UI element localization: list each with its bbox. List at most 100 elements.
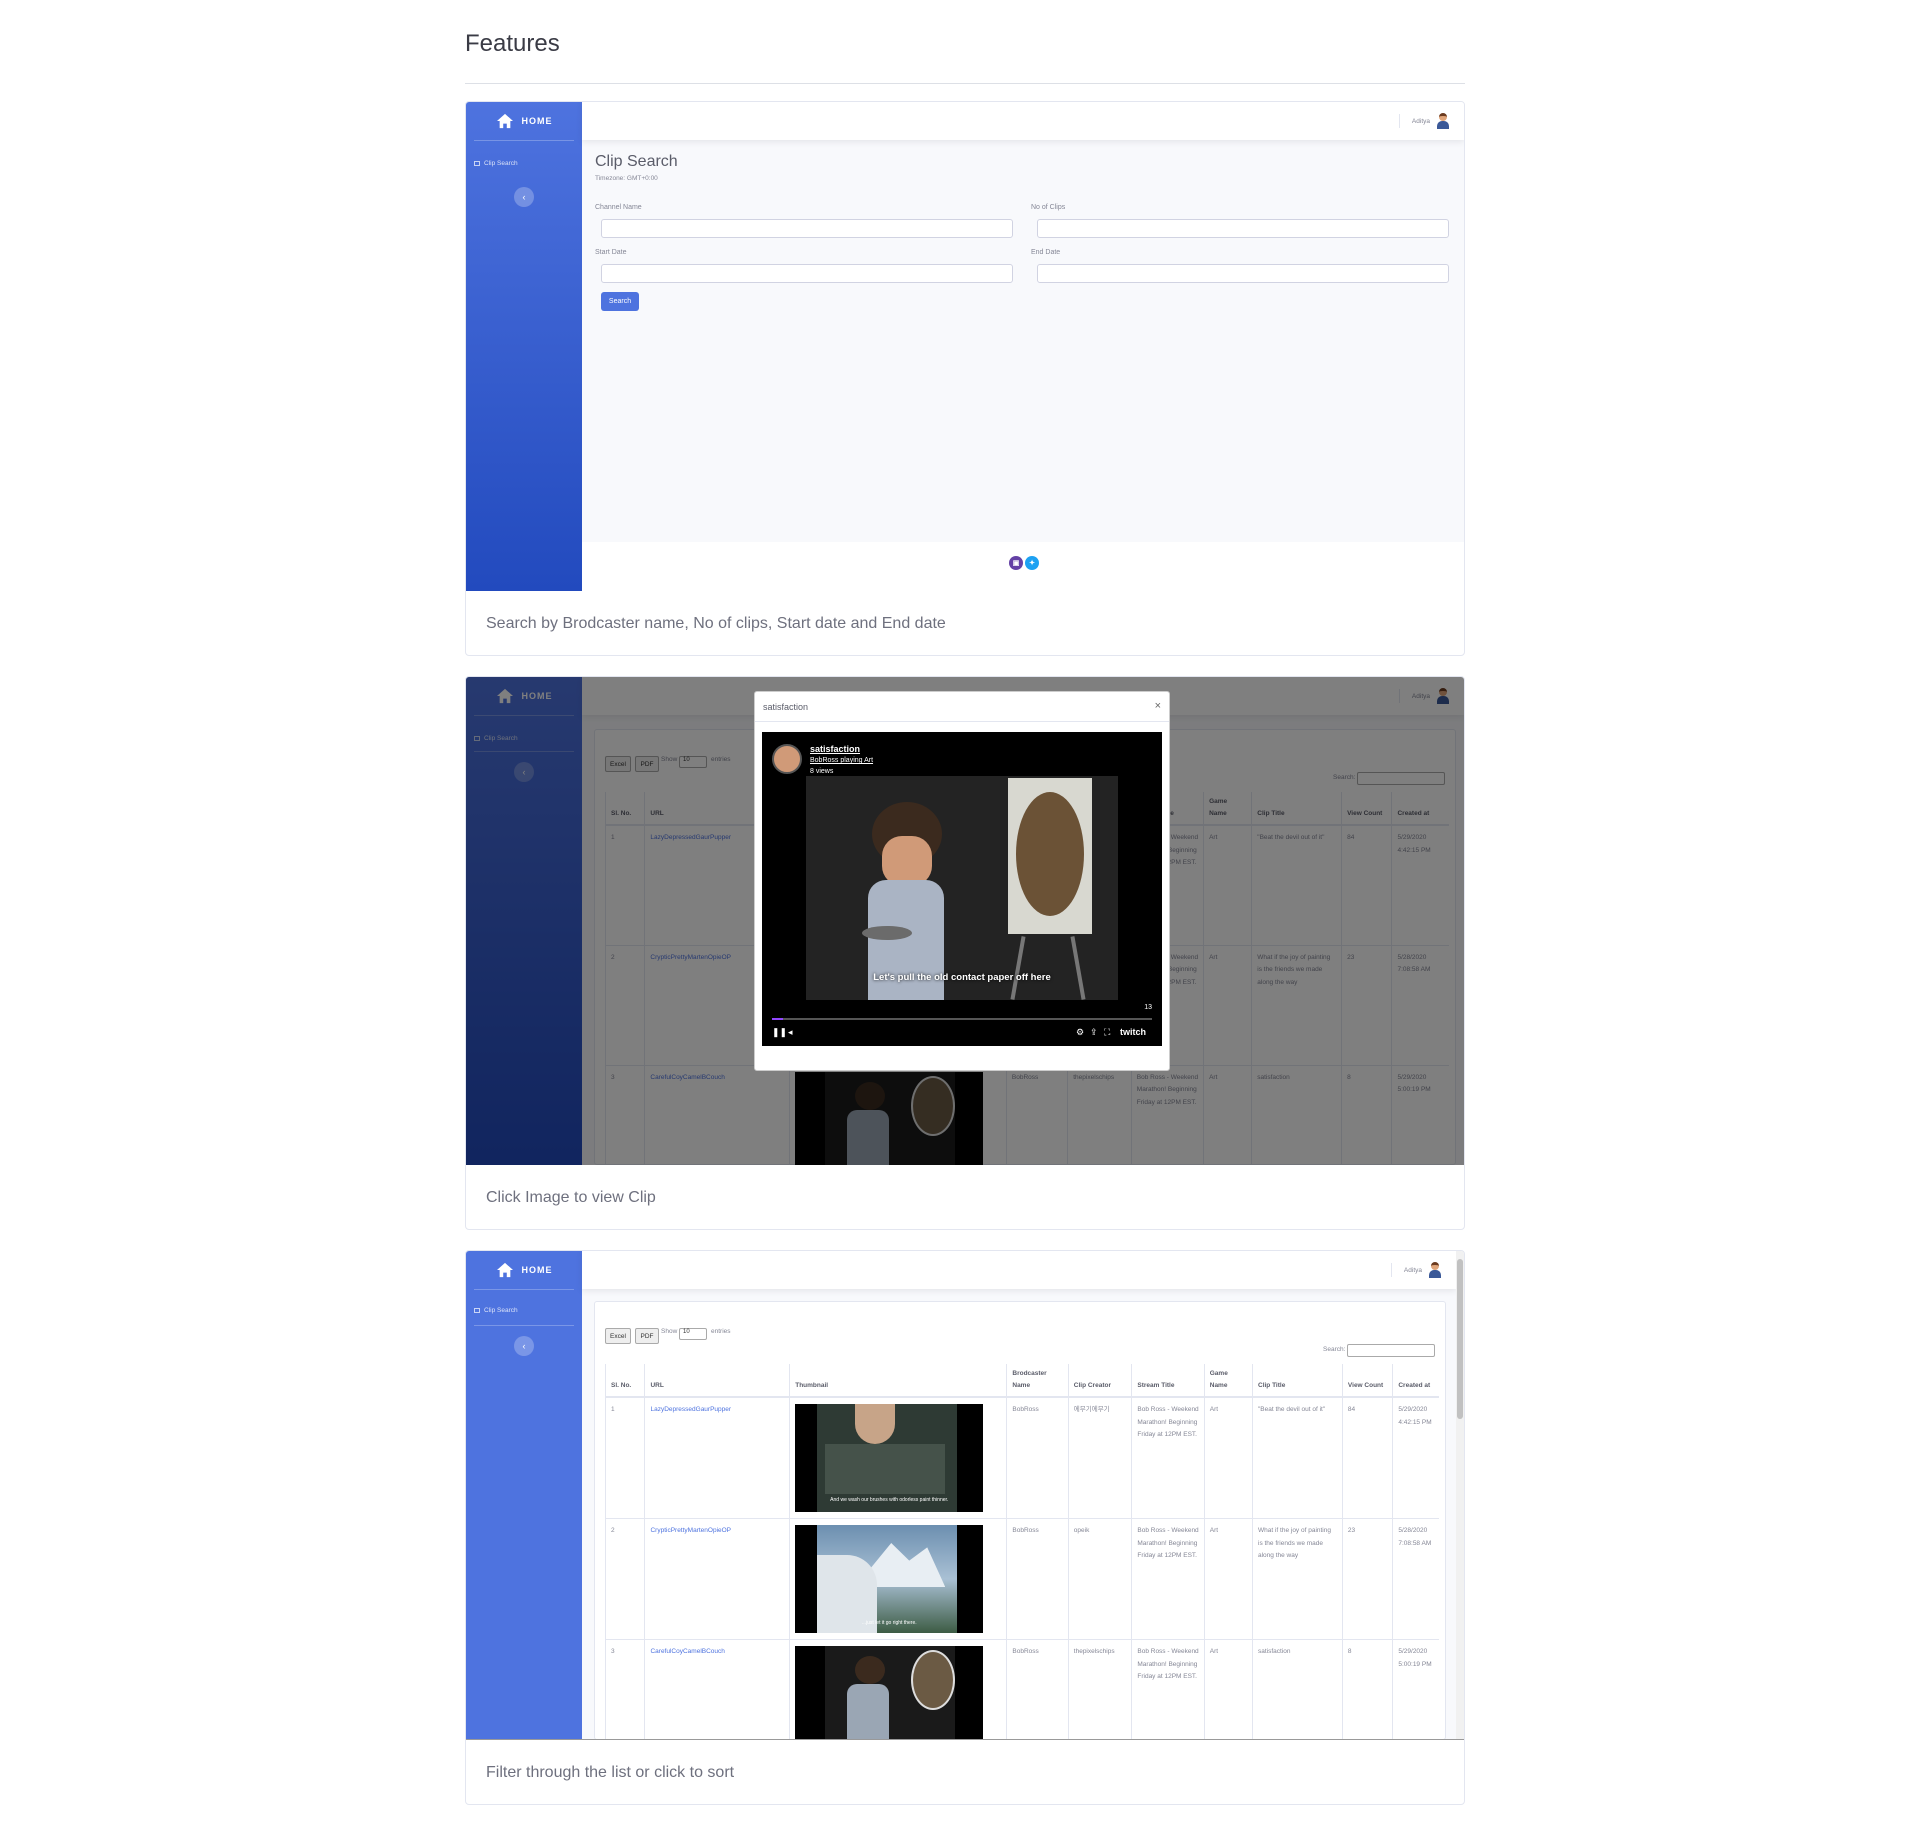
player-channel-line[interactable]: BobRoss playing Art	[810, 757, 873, 764]
fullscreen-icon[interactable]: ⛶	[1104, 1027, 1110, 1038]
close-icon[interactable]: ×	[1155, 700, 1161, 712]
topbar-divider	[1398, 114, 1400, 128]
entries-label: entries	[711, 1328, 731, 1335]
col-header-created[interactable]: Created at	[1392, 1364, 1439, 1398]
scrollbar[interactable]	[1456, 1251, 1464, 1739]
cell-no: 1	[604, 1396, 645, 1519]
clip-link[interactable]: LazyDepressedGaurPupper	[650, 1406, 731, 1413]
modal-title: satisfaction	[763, 702, 809, 712]
thumbnail-image[interactable]	[795, 1646, 984, 1739]
cell-game: Art	[1203, 1639, 1253, 1739]
page-title: Features	[465, 30, 560, 57]
thumbnail-image[interactable]: ...just let it go right there.	[795, 1525, 984, 1633]
cell-clip-title: What if the joy of painting is the frien…	[1252, 1518, 1343, 1640]
pause-icon[interactable]: ❚❚	[772, 1027, 787, 1038]
table-icon	[474, 161, 480, 166]
settings-icon[interactable]: ⚙	[1076, 1027, 1084, 1038]
cell-broadcaster: BobRoss	[1006, 1518, 1069, 1640]
footer: ▣ ✦	[582, 542, 1464, 591]
user-menu[interactable]: Aditya	[1390, 1262, 1442, 1278]
sidebar-divider	[474, 1325, 574, 1326]
user-name: Aditya	[1411, 117, 1430, 125]
feature-caption: Search by Brodcaster name, No of clips, …	[486, 615, 946, 632]
col-header-creator[interactable]: Clip Creator	[1067, 1364, 1132, 1398]
sidebar-divider	[474, 1289, 574, 1290]
topbar-divider	[1390, 1263, 1392, 1277]
scrollbar-thumb[interactable]	[1457, 1259, 1463, 1419]
table-row: 2 CrypticPrettyMartenOpieOP ...just let …	[604, 1518, 1439, 1640]
col-header-clip-title[interactable]: Clip Title	[1252, 1364, 1343, 1398]
table-header-row: Sl. No. URL Thumbnail Brodcaster Name Cl…	[604, 1364, 1439, 1398]
feature-card-view-clip: HOME Clip Search ‹ Aditya Excel PDF Show…	[465, 676, 1465, 1230]
channel-name-input[interactable]	[601, 219, 1013, 238]
cell-views: 23	[1341, 1518, 1393, 1640]
col-header-game[interactable]: Game Name	[1203, 1364, 1253, 1398]
end-date-input[interactable]	[1037, 264, 1449, 283]
col-header-url[interactable]: URL	[644, 1364, 790, 1398]
sidebar-item-clip-search[interactable]: Clip Search	[474, 160, 518, 167]
start-date-input[interactable]	[601, 264, 1013, 283]
feature-card-search: HOME Clip Search ‹ Aditya Clip Search Ti…	[465, 101, 1465, 656]
feature-card-filter: HOME Clip Search ‹ Aditya Excel PDF Show…	[465, 1250, 1465, 1805]
user-menu[interactable]: Aditya	[1398, 113, 1450, 129]
col-header-sl-no[interactable]: Sl. No.	[604, 1364, 645, 1398]
thumbnail-caption: ...just let it go right there.	[861, 1620, 917, 1626]
share-icon[interactable]: ⇪	[1090, 1027, 1098, 1038]
end-date-label: End Date	[1031, 249, 1061, 256]
twitter-icon[interactable]: ✦	[1025, 556, 1039, 570]
col-header-thumbnail[interactable]: Thumbnail	[789, 1364, 1007, 1398]
cell-broadcaster: BobRoss	[1006, 1396, 1069, 1519]
cell-created: 5/29/2020 4:42:15 PM	[1392, 1396, 1439, 1519]
cell-creator: opeik	[1067, 1518, 1132, 1640]
search-button[interactable]: Search	[601, 292, 639, 311]
video-time: 13	[1144, 1004, 1152, 1011]
table-search-input[interactable]	[1347, 1344, 1435, 1357]
volume-icon[interactable]: ◂	[788, 1027, 793, 1038]
cell-game: Art	[1203, 1396, 1253, 1519]
entries-select[interactable]: 10	[679, 1328, 707, 1340]
excel-button[interactable]: Excel	[605, 1328, 631, 1344]
cell-broadcaster: BobRoss	[1006, 1639, 1069, 1739]
video-player[interactable]: satisfaction BobRoss playing Art 8 views…	[762, 732, 1162, 1046]
twitch-icon[interactable]: ▣	[1009, 556, 1023, 570]
cell-stream-title: Bob Ross - Weekend Marathon! Beginning F…	[1131, 1396, 1205, 1519]
thumbnail-image[interactable]: And we wash our brushes with odorless pa…	[795, 1404, 984, 1512]
no-of-clips-input[interactable]	[1037, 219, 1449, 238]
sidebar-toggle-button[interactable]: ‹	[514, 1336, 534, 1356]
thumbnail-caption: And we wash our brushes with odorless pa…	[830, 1497, 949, 1503]
player-clip-title[interactable]: satisfaction	[810, 744, 860, 754]
home-icon	[496, 113, 513, 129]
cell-no: 2	[604, 1518, 645, 1640]
screenshot-clip-modal: HOME Clip Search ‹ Aditya Excel PDF Show…	[466, 677, 1464, 1165]
cell-created: 5/28/2020 7:08:58 AM	[1392, 1518, 1439, 1640]
table-row: 1 LazyDepressedGaurPupper And we wash ou…	[604, 1396, 1439, 1519]
screenshot-clip-table: HOME Clip Search ‹ Aditya Excel PDF Show…	[466, 1251, 1464, 1740]
col-header-view-count[interactable]: View Count	[1341, 1364, 1393, 1398]
sidebar-item-clip-search[interactable]: Clip Search	[474, 1307, 518, 1314]
avatar	[1428, 1262, 1442, 1278]
pdf-button[interactable]: PDF	[635, 1328, 659, 1344]
sidebar: HOME Clip Search ‹	[466, 1251, 582, 1739]
sidebar-divider	[474, 140, 574, 141]
sidebar-brand[interactable]: HOME	[466, 1251, 582, 1289]
col-header-stream-title[interactable]: Stream Title	[1131, 1364, 1205, 1398]
col-header-broadcaster[interactable]: Brodcaster Name	[1006, 1364, 1069, 1398]
divider	[465, 83, 1465, 84]
progress-bar[interactable]	[772, 1018, 1152, 1020]
avatar	[1436, 113, 1450, 129]
cell-stream-title: Bob Ross - Weekend Marathon! Beginning F…	[1131, 1518, 1205, 1640]
sidebar-toggle-button[interactable]: ‹	[514, 187, 534, 207]
clip-link[interactable]: CarefulCoyCamelBCouch	[650, 1648, 724, 1655]
modal-header: satisfaction ×	[755, 692, 1169, 722]
brand-label: HOME	[521, 116, 553, 126]
topbar: Aditya	[582, 1251, 1456, 1289]
video-frame	[806, 776, 1118, 1000]
table-icon	[474, 1308, 480, 1313]
screenshot-clip-search: HOME Clip Search ‹ Aditya Clip Search Ti…	[466, 102, 1464, 591]
twitch-logo[interactable]: twitch	[1120, 1027, 1146, 1037]
cell-views: 84	[1341, 1396, 1393, 1519]
feature-caption: Filter through the list or click to sort	[486, 1764, 735, 1781]
clip-link[interactable]: CrypticPrettyMartenOpieOP	[650, 1527, 731, 1534]
brand-label: HOME	[521, 1265, 553, 1275]
sidebar-brand[interactable]: HOME	[466, 102, 582, 140]
